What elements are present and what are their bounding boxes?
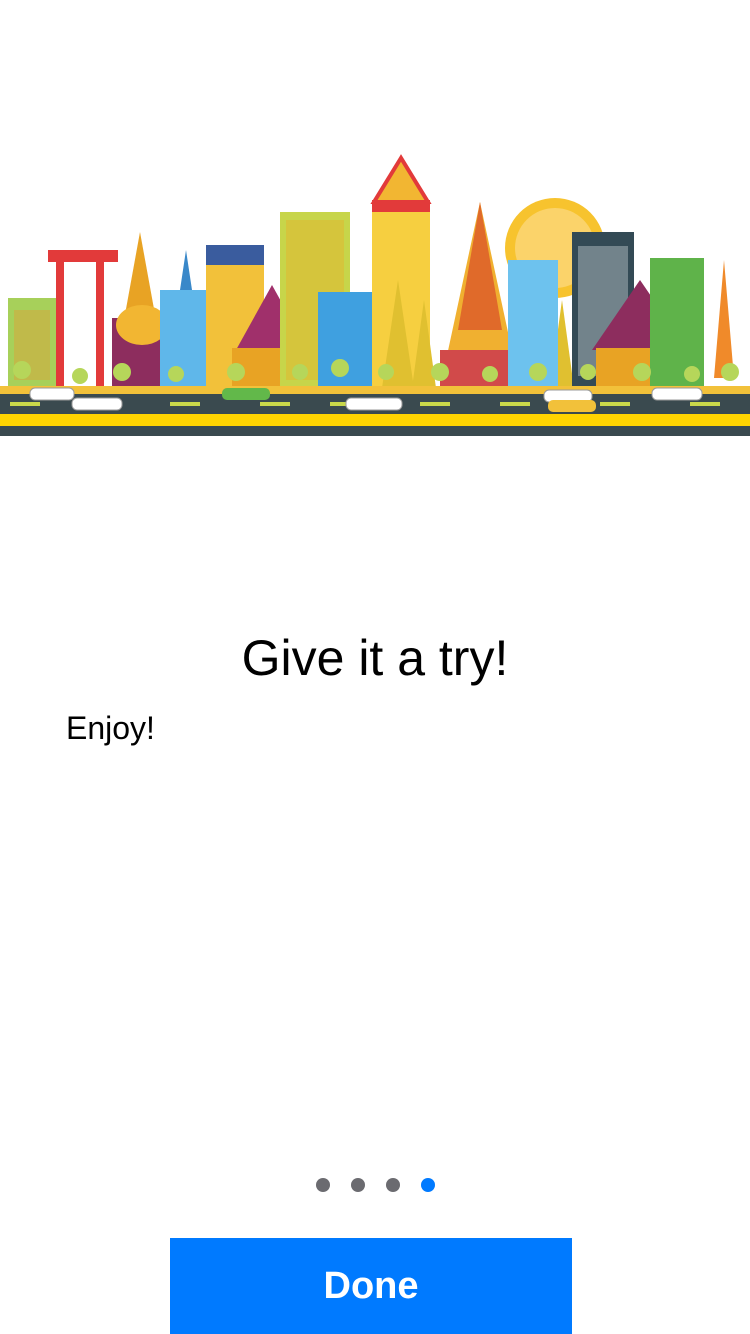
page-dot-1[interactable] <box>315 1178 330 1192</box>
page-indicator[interactable] <box>0 1177 750 1193</box>
onboarding-subtitle: Enjoy! <box>66 710 155 746</box>
bangkok-skyline-illustration <box>0 150 750 440</box>
onboarding-title: Give it a try! <box>241 630 509 686</box>
page-dot-3[interactable] <box>385 1178 400 1192</box>
page-dot-2[interactable] <box>350 1178 365 1192</box>
done-button[interactable]: Done <box>170 1238 572 1334</box>
page-dot-4-active[interactable] <box>420 1178 435 1192</box>
